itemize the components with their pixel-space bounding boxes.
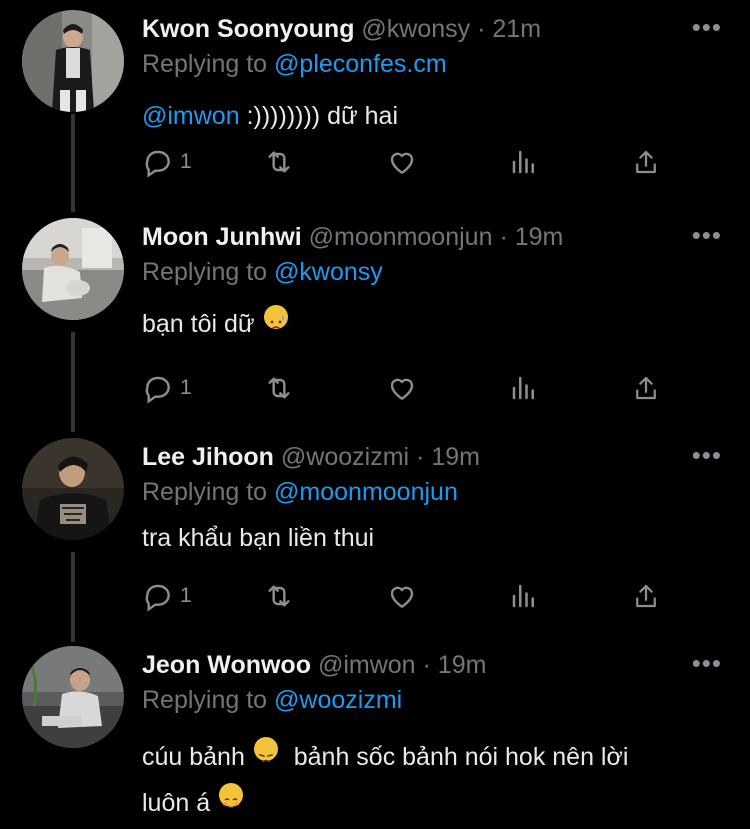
replying-to-mention[interactable]: @moonmoonjun — [274, 478, 458, 506]
like-icon — [390, 378, 414, 400]
replying-to: Replying to @moonmoonjun — [142, 477, 458, 507]
retweet-button[interactable] — [262, 142, 296, 182]
analytics-icon — [512, 150, 534, 174]
text-body: bảnh sốc bảnh nói hok nên lời — [293, 743, 629, 771]
timestamp[interactable]: 19m — [515, 223, 564, 251]
reply-button[interactable]: 1 — [142, 368, 192, 408]
share-icon — [636, 150, 656, 174]
replying-to-mention[interactable]: @kwonsy — [274, 258, 383, 286]
more-icon[interactable]: ••• — [692, 650, 722, 676]
more-icon[interactable]: ••• — [692, 442, 722, 468]
tweet-actions: 1 — [142, 142, 682, 182]
tweet-actions: 1 — [142, 576, 682, 616]
avatar[interactable] — [22, 438, 124, 540]
tweet-text: tra khẩu bạn liền thui — [142, 516, 727, 560]
timestamp[interactable]: 19m — [438, 651, 487, 679]
replying-to-label: Replying to — [142, 50, 268, 78]
reply-icon — [145, 584, 170, 612]
disappointed-face-icon — [253, 737, 278, 763]
separator: · — [477, 15, 486, 43]
tweet[interactable]: Jeon Wonwoo @imwon · 19m ••• Replying to… — [0, 636, 750, 829]
replying-to: Replying to @pleconfes.cm — [142, 49, 447, 79]
display-name[interactable]: Kwon Soonyoung — [142, 15, 354, 43]
like-icon — [390, 586, 414, 608]
share-icon — [636, 376, 656, 400]
like-button[interactable] — [386, 576, 418, 616]
text-body: cúu bảnh — [142, 743, 245, 771]
reply-icon — [145, 376, 170, 404]
retweet-icon — [268, 151, 290, 173]
timestamp[interactable]: 19m — [431, 443, 480, 471]
tweet[interactable]: Lee Jihoon @woozizmi · 19m ••• Replying … — [0, 428, 750, 638]
share-icon — [636, 584, 656, 608]
display-name[interactable]: Moon Junhwi — [142, 223, 302, 251]
like-button[interactable] — [386, 142, 418, 182]
tweet[interactable]: Moon Junhwi @moonmoonjun · 19m ••• Reply… — [0, 208, 750, 423]
replying-to: Replying to @kwonsy — [142, 257, 383, 287]
like-icon — [390, 152, 414, 174]
tweet-text: bạn tôi dữ — [142, 302, 727, 346]
replying-to-label: Replying to — [142, 478, 268, 506]
user-handle[interactable]: @woozizmi — [281, 443, 409, 471]
more-icon[interactable]: ••• — [692, 222, 722, 248]
separator: · — [499, 223, 508, 251]
replying-to-label: Replying to — [142, 686, 268, 714]
separator: · — [416, 443, 425, 471]
analytics-icon — [512, 376, 534, 400]
timestamp[interactable]: 21m — [492, 15, 541, 43]
smiling-blush-face-icon — [219, 783, 244, 809]
analytics-button[interactable] — [509, 576, 539, 616]
analytics-icon — [512, 584, 534, 608]
avatar[interactable] — [22, 10, 124, 112]
avatar[interactable] — [22, 218, 124, 320]
tweet-header: Jeon Wonwoo @imwon · 19m — [142, 650, 670, 680]
tweet[interactable]: Kwon Soonyoung @kwonsy · 21m ••• Replyin… — [0, 0, 750, 205]
share-button[interactable] — [631, 368, 661, 408]
tweet-actions: 1 — [142, 368, 682, 408]
tweet-text: @imwon :)))))))) dữ hai — [142, 94, 727, 138]
retweet-icon — [268, 377, 290, 399]
tweet-text: cúu bảnh bảnh sốc bảnh nói hok nên lời l… — [142, 734, 727, 826]
more-icon[interactable]: ••• — [692, 14, 722, 40]
retweet-button[interactable] — [262, 576, 296, 616]
text-body: :)))))))) dữ hai — [239, 102, 399, 130]
analytics-button[interactable] — [509, 142, 539, 182]
text-mention[interactable]: @imwon — [142, 102, 240, 130]
replying-to-label: Replying to — [142, 258, 268, 286]
retweet-button[interactable] — [262, 368, 296, 408]
text-body: bạn tôi dữ — [142, 310, 255, 338]
replying-to-mention[interactable]: @woozizmi — [274, 686, 402, 714]
reply-button[interactable]: 1 — [142, 142, 192, 182]
share-button[interactable] — [631, 576, 661, 616]
reply-count: 1 — [180, 376, 192, 399]
reply-icon — [145, 150, 170, 178]
text-body: tra khẩu bạn liền thui — [142, 524, 375, 552]
text-body: luôn á — [142, 789, 211, 817]
sad-sweat-face-icon — [263, 305, 288, 330]
tweet-header: Lee Jihoon @woozizmi · 19m — [142, 442, 670, 472]
display-name[interactable]: Lee Jihoon — [142, 443, 274, 471]
replying-to: Replying to @woozizmi — [142, 685, 402, 715]
user-handle[interactable]: @kwonsy — [361, 15, 470, 43]
replying-to-mention[interactable]: @pleconfes.cm — [274, 50, 447, 78]
reply-count: 1 — [180, 150, 192, 173]
separator: · — [422, 651, 431, 679]
analytics-button[interactable] — [509, 368, 539, 408]
like-button[interactable] — [386, 368, 418, 408]
reply-button[interactable]: 1 — [142, 576, 192, 616]
user-handle[interactable]: @imwon — [318, 651, 416, 679]
reply-count: 1 — [180, 584, 192, 607]
tweet-header: Kwon Soonyoung @kwonsy · 21m — [142, 14, 670, 44]
share-button[interactable] — [631, 142, 661, 182]
user-handle[interactable]: @moonmoonjun — [309, 223, 493, 251]
display-name[interactable]: Jeon Wonwoo — [142, 651, 311, 679]
tweet-header: Moon Junhwi @moonmoonjun · 19m — [142, 222, 670, 252]
avatar[interactable] — [22, 646, 124, 748]
retweet-icon — [268, 585, 290, 607]
